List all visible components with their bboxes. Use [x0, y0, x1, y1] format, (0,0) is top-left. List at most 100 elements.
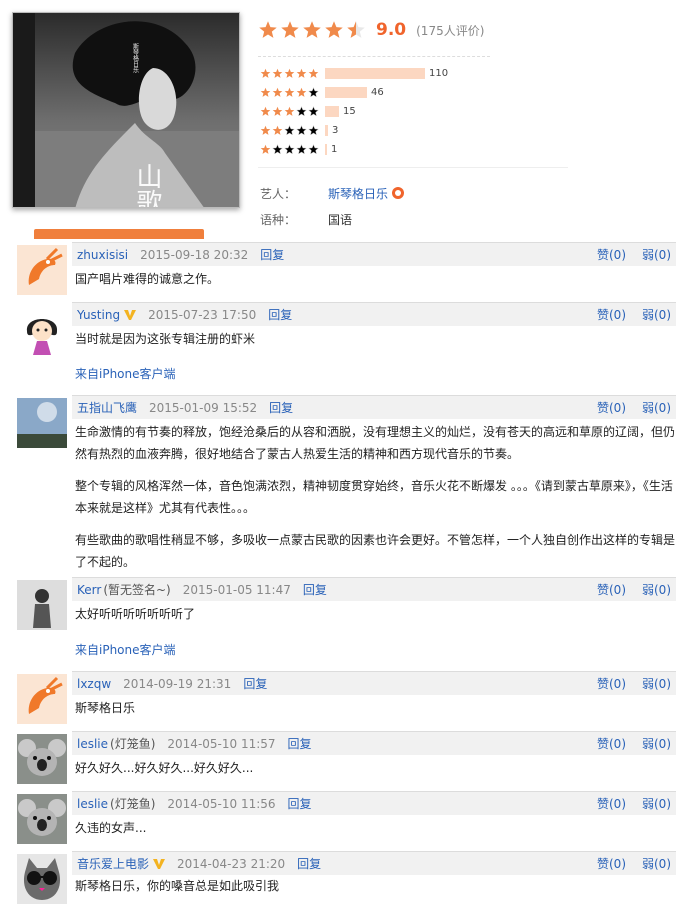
dislike-button[interactable]: 弱(0) — [642, 306, 671, 323]
dislike-button[interactable]: 弱(0) — [642, 246, 671, 263]
like-button[interactable]: 赞(0) — [597, 735, 626, 752]
like-button[interactable]: 赞(0) — [597, 581, 626, 598]
comment-paragraph: 当时就是因为这张专辑注册的虾米 — [75, 332, 256, 346]
shrimp-avatar[interactable] — [17, 674, 67, 724]
play-button-bar[interactable] — [34, 229, 204, 239]
comment-time: 2015-01-09 15:52 — [149, 400, 258, 415]
dislike-button[interactable]: 弱(0) — [642, 855, 671, 872]
reply-button[interactable]: 回复 — [260, 246, 284, 263]
comment-header: Kerr (暂无签名~) 2015-01-05 11:47 回复 赞(0) 弱(… — [72, 577, 676, 601]
rating-row-4-stars: 46 — [260, 86, 384, 98]
sky-avatar[interactable] — [17, 398, 67, 448]
reply-button[interactable]: 回复 — [243, 675, 267, 692]
comment-username[interactable]: zhuxisisi — [77, 248, 128, 262]
comment-paragraph: 有些歌曲的歌唱性稍显不够，多吸收一点蒙古民歌的因素也许会更好。不管怎样，一个人独… — [75, 533, 676, 569]
dislike-button[interactable]: 弱(0) — [642, 399, 671, 416]
comment-header: leslie (灯笼鱼) 2014-05-10 11:56 回复 赞(0) 弱(… — [72, 791, 676, 815]
comment-paragraph: 整个专辑的风格浑然一体，音色饱满浓烈，精神韧度贯穿始终，音乐火花不断爆发 。。。… — [75, 479, 673, 515]
comment-body: 久违的女声... — [75, 817, 675, 849]
comment-username[interactable]: leslie — [77, 737, 108, 751]
star-outline-icon — [308, 143, 319, 154]
dislike-button[interactable]: 弱(0) — [642, 735, 671, 752]
person-avatar[interactable] — [17, 580, 67, 630]
comment-username[interactable]: 音乐爱上电影 — [77, 855, 149, 872]
comment-username[interactable]: Kerr — [77, 583, 101, 597]
like-button[interactable]: 赞(0) — [597, 795, 626, 812]
star-outline-icon — [284, 143, 295, 154]
comment-body: 太好听听听听听听听了 — [75, 603, 675, 635]
like-button[interactable]: 赞(0) — [597, 675, 626, 692]
comment-user-signature: (暂无签名~) — [103, 583, 171, 597]
rating-bar-count: 1 — [331, 143, 338, 155]
comment-user-signature: (灯笼鱼) — [110, 737, 156, 751]
comment-username[interactable]: lxzqw — [77, 677, 111, 691]
star-icon — [347, 21, 365, 38]
comment-paragraph: 生命激情的有节奏的释放，饱经沧桑后的从容和洒脱，没有理想主义的灿烂，没有苍天的高… — [75, 425, 676, 461]
shrimp-avatar[interactable] — [17, 245, 67, 295]
like-button[interactable]: 赞(0) — [597, 306, 626, 323]
comment-username[interactable]: leslie — [77, 797, 108, 811]
artist-verified-icon — [392, 187, 405, 199]
star-icon — [281, 21, 299, 38]
star-icon — [303, 21, 321, 38]
comment-paragraph: 太好听听听听听听听了 — [75, 607, 196, 621]
comment-source-link[interactable]: 来自iPhone客户端 — [75, 365, 176, 382]
rating-stars — [258, 20, 366, 40]
star-icon — [272, 68, 283, 78]
rating-score: 9.0 — [376, 20, 407, 40]
language-label: 语种： — [260, 213, 297, 227]
comment-header: lxzqw 2014-09-19 21:31 回复 赞(0) 弱(0) — [72, 671, 676, 695]
album-cover[interactable]: 山歌 斯琴格日乐 — [12, 12, 240, 208]
reply-button[interactable]: 回复 — [268, 306, 292, 323]
rating-bar-count: 110 — [429, 67, 449, 79]
comment-time: 2014-05-10 11:57 — [167, 736, 276, 751]
comment-paragraph: 斯琴格日乐 — [75, 701, 136, 715]
rating-bar — [325, 124, 328, 136]
like-button[interactable]: 赞(0) — [597, 399, 626, 416]
dislike-button[interactable]: 弱(0) — [642, 675, 671, 692]
star-outline-icon — [296, 105, 307, 116]
rating-summary: 9.0 (175人评价) — [258, 20, 484, 40]
cat-avatar[interactable] — [17, 854, 67, 904]
star-outline-icon — [308, 86, 319, 97]
comment-time: 2015-07-23 17:50 — [148, 307, 257, 322]
dislike-button[interactable]: 弱(0) — [642, 795, 671, 812]
star-icon — [296, 87, 307, 97]
dislike-button[interactable]: 弱(0) — [642, 581, 671, 598]
comment-header: 五指山飞鹰 2015-01-09 15:52 回复 赞(0) 弱(0) — [72, 395, 676, 419]
comment-body: 生命激情的有节奏的释放，饱经沧桑后的从容和洒脱，没有理想主义的灿烂，没有苍天的高… — [75, 421, 675, 583]
star-outline-icon — [284, 124, 295, 135]
star-outline-icon — [308, 124, 319, 135]
comment-body: 国产唱片难得的诚意之作。 — [75, 268, 675, 300]
comment-body: 好久好久...好久好久...好久好久... — [75, 757, 675, 789]
reply-button[interactable]: 回复 — [297, 855, 321, 872]
star-icon — [272, 125, 283, 135]
reply-button[interactable]: 回复 — [288, 735, 312, 752]
koala-avatar[interactable] — [17, 734, 67, 784]
reply-button[interactable]: 回复 — [269, 399, 293, 416]
reply-button[interactable]: 回复 — [303, 581, 327, 598]
reply-button[interactable]: 回复 — [288, 795, 312, 812]
rating-bar-count: 46 — [371, 86, 384, 98]
divider — [258, 56, 490, 57]
comment-username[interactable]: 五指山飞鹰 — [77, 399, 137, 416]
comment-time: 2014-05-10 11:56 — [167, 796, 276, 811]
comment-username[interactable]: Yusting — [77, 308, 120, 322]
comment-header: zhuxisisi 2015-09-18 20:32 回复 赞(0) 弱(0) — [72, 242, 676, 266]
cartoon-girl-avatar[interactable] — [17, 305, 67, 355]
like-button[interactable]: 赞(0) — [597, 855, 626, 872]
comment-time: 2015-09-18 20:32 — [140, 247, 249, 262]
comment-time: 2014-04-23 21:20 — [177, 856, 286, 871]
rating-bar — [325, 86, 367, 98]
comment-paragraph: 斯琴格日乐，你的嗓音总是如此吸引我 — [75, 879, 280, 893]
star-icon — [272, 106, 283, 116]
comment-source-link[interactable]: 来自iPhone客户端 — [75, 641, 176, 658]
koala-avatar[interactable] — [17, 794, 67, 844]
star-icon — [260, 68, 271, 78]
star-icon — [260, 87, 271, 97]
like-button[interactable]: 赞(0) — [597, 246, 626, 263]
star-icon — [308, 68, 319, 78]
artist-link[interactable]: 斯琴格日乐 — [328, 185, 405, 202]
rating-row-3-stars: 15 — [260, 105, 356, 117]
rating-count[interactable]: (175人评价) — [416, 22, 484, 39]
